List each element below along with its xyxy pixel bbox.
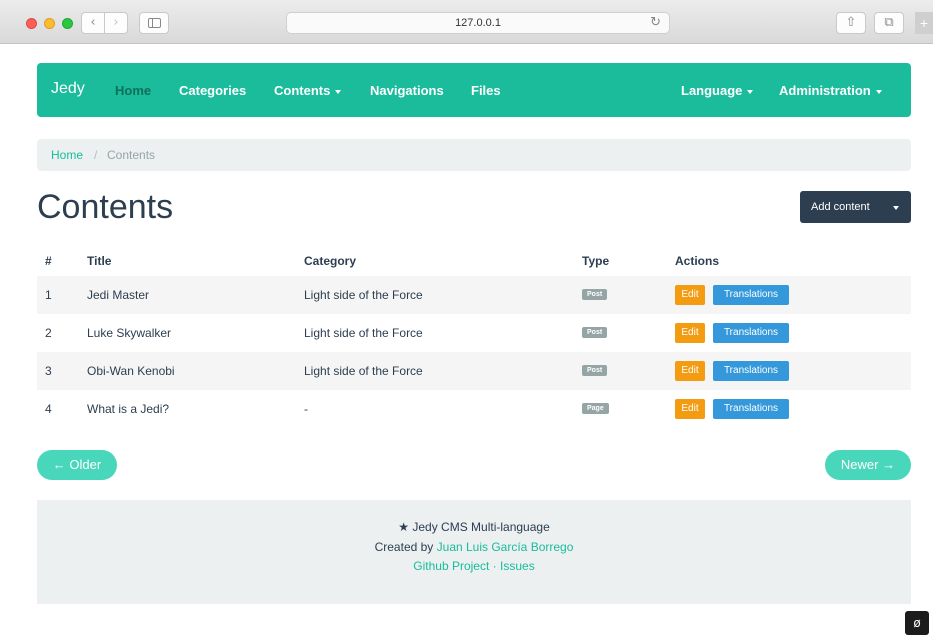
row-title: Obi-Wan Kenobi [87,364,175,378]
minimize-window-button[interactable] [44,18,55,29]
close-window-button[interactable] [26,18,37,29]
table-row: 4 What is a Jedi? - Page Edit Translatio… [37,390,911,428]
newer-button[interactable]: Newer → [825,450,911,480]
row-num: 4 [45,402,52,416]
row-num: 3 [45,364,52,378]
header-type: Type [582,254,610,268]
zoom-window-button[interactable] [62,18,73,29]
nav-contents[interactable]: Contents [274,83,342,98]
row-title: Luke Skywalker [87,326,172,340]
row-category: Light side of the Force [304,326,423,340]
footer-cms-name: Jedy CMS Multi-language [412,520,550,534]
browser-toolbar: ‹ › 127.0.0.1 ↻ ⇧ ⧉ + [0,0,933,44]
older-button[interactable]: ← Older [37,450,117,480]
type-badge: Post [582,365,608,376]
reload-icon[interactable]: ↻ [650,15,661,30]
breadcrumb-separator: / [94,148,98,162]
brand-link[interactable]: Jedy [51,80,85,98]
tabs-icon[interactable]: ⧉ [874,12,904,34]
row-category: Light side of the Force [304,364,423,378]
header-num: # [45,254,52,268]
caret-down-icon [893,206,899,210]
caret-down-icon [335,89,342,94]
page-title: Contents [37,188,174,226]
header-category: Category [304,254,357,268]
nav-navigations[interactable]: Navigations [370,83,444,98]
translations-button[interactable]: Translations [713,285,789,305]
translations-button[interactable]: Translations [713,399,789,419]
navbar: Jedy Home Categories Contents Navigation… [37,63,911,117]
new-tab-button[interactable]: + [915,12,933,34]
edit-button[interactable]: Edit [675,323,705,343]
debug-toolbar-icon[interactable]: ø [905,611,929,635]
caret-down-icon [747,89,754,94]
nav-categories[interactable]: Categories [179,83,246,98]
address-bar[interactable]: 127.0.0.1 ↻ [286,12,670,34]
row-title: Jedi Master [87,288,150,302]
chevron-left-icon[interactable]: ‹ [81,12,105,34]
nav-administration[interactable]: Administration [779,83,882,98]
header-title: Title [87,254,112,268]
add-content-label: Add content [811,201,870,213]
edit-button[interactable]: Edit [675,285,705,305]
nav-files[interactable]: Files [471,83,501,98]
nav-language-label: Language [681,83,743,98]
footer-credits: Created by Juan Luis García Borrego [37,540,911,554]
author-link[interactable]: Juan Luis García Borrego [437,540,574,554]
sidebar-toggle-icon[interactable] [139,12,169,34]
nav-language[interactable]: Language [681,83,754,98]
row-category: Light side of the Force [304,288,423,302]
add-content-button[interactable]: Add content [800,191,911,223]
row-category: - [304,402,308,416]
issues-link[interactable]: Issues [500,559,535,573]
row-num: 2 [45,326,52,340]
caret-down-icon [875,89,882,94]
nav-contents-label: Contents [274,83,331,98]
edit-button[interactable]: Edit [675,399,705,419]
breadcrumb-current: Contents [107,148,156,162]
github-link[interactable]: Github Project [413,559,489,573]
star-icon: ★ [398,520,409,534]
row-num: 1 [45,288,52,302]
share-icon[interactable]: ⇧ [836,12,866,34]
nav-home[interactable]: Home [115,83,151,98]
edit-button[interactable]: Edit [675,361,705,381]
footer-links: Github Project · Issues [37,559,911,573]
footer-title: ★ Jedy CMS Multi-language [37,520,911,534]
nav-administration-label: Administration [779,83,871,98]
breadcrumb-home[interactable]: Home [51,148,83,162]
table-row: 3 Obi-Wan Kenobi Light side of the Force… [37,352,911,390]
row-title: What is a Jedi? [87,402,170,416]
footer-dot: · [492,559,497,573]
table-row: 2 Luke Skywalker Light side of the Force… [37,314,911,352]
url-text: 127.0.0.1 [455,17,501,29]
created-by-text: Created by [374,540,434,554]
translations-button[interactable]: Translations [713,323,789,343]
table-row: 1 Jedi Master Light side of the Force Po… [37,276,911,314]
type-badge: Post [582,327,608,338]
chevron-right-icon[interactable]: › [104,12,128,34]
footer: ★ Jedy CMS Multi-language Created by Jua… [37,500,911,604]
header-actions: Actions [675,254,720,268]
translations-button[interactable]: Translations [713,361,789,381]
type-badge: Page [582,403,609,414]
breadcrumb: Home / Contents [37,139,911,171]
type-badge: Post [582,289,608,300]
